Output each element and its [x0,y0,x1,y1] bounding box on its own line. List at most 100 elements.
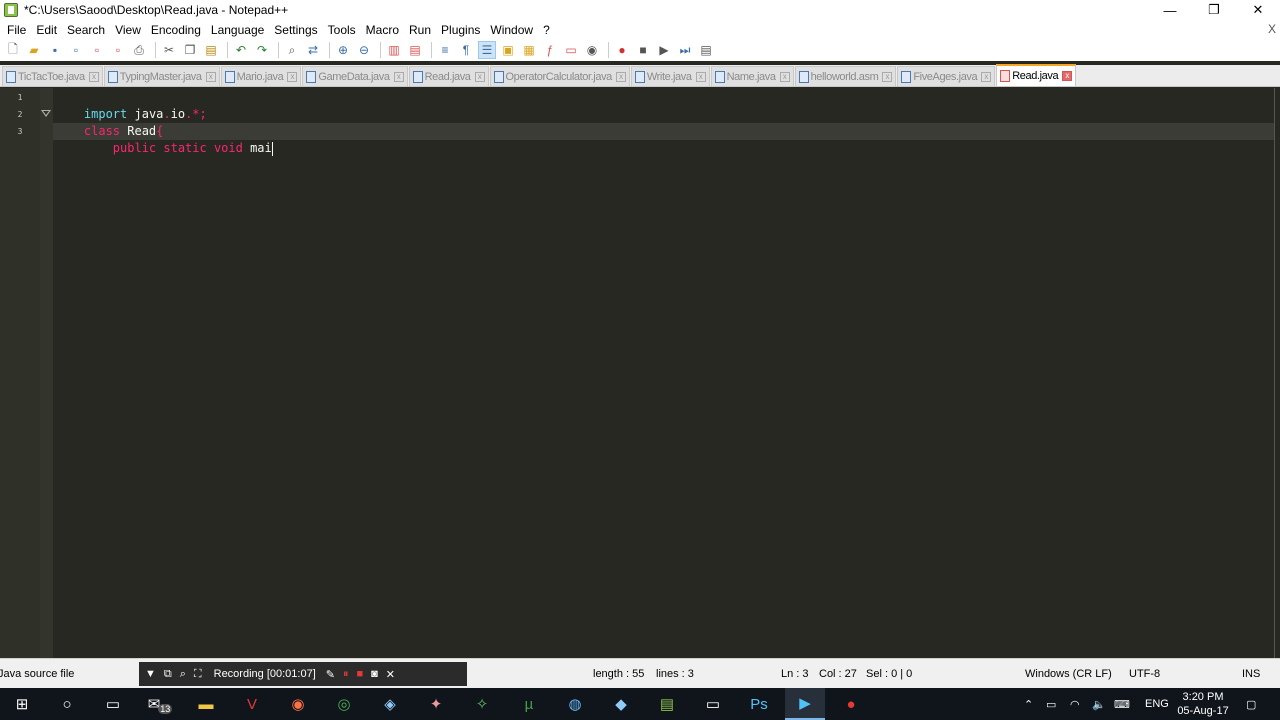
volume-icon[interactable]: 🔈 [1092,688,1106,720]
tab-write-java[interactable]: Write.java x [630,66,710,86]
game-app-icon[interactable]: ✦ [416,688,456,720]
close-window-button[interactable]: ✕ [1236,0,1280,20]
command-prompt-icon[interactable]: ▭ [693,688,733,720]
tab-close-icon[interactable]: x [779,71,790,82]
doc-map-icon[interactable]: ▦ [520,41,538,59]
pause-icon[interactable]: ⏸ [343,668,349,681]
wifi-icon[interactable]: ◠ [1070,688,1080,720]
open-file-icon[interactable]: ▰ [25,41,43,59]
menu-encoding[interactable]: Encoding [146,23,206,37]
menu-settings[interactable]: Settings [269,23,322,37]
tab-read-java-active[interactable]: Read.java x [996,64,1077,86]
code-editor[interactable]: 1 2 3 import java.io.*; class Read{ publ… [0,88,1280,658]
notepadpp-taskbar-icon[interactable]: ▤ [647,688,687,720]
code-line-3[interactable]: public static void mai [55,123,273,156]
save-all-icon[interactable]: ▫ [67,41,85,59]
tab-fiveages-java[interactable]: FiveAges.java x [897,66,996,86]
function-list-icon[interactable]: ƒ [541,41,559,59]
action-center-icon[interactable]: ▢ [1246,688,1256,720]
menu-window[interactable]: Window [485,23,538,37]
tab-close-icon[interactable]: x [474,71,485,82]
sync-horizontal-icon[interactable]: ▤ [406,41,424,59]
screen-recorder-icon[interactable]: ● [831,688,871,720]
restore-button[interactable]: ❐ [1192,0,1236,20]
language-indicator[interactable]: ENG [1145,688,1169,720]
minimize-button[interactable]: — [1148,0,1192,20]
menu-tools[interactable]: Tools [323,23,361,37]
file-explorer-icon[interactable]: ▬ [186,688,226,720]
close-all-icon[interactable]: ▫ [109,41,127,59]
show-all-chars-icon[interactable]: ¶ [457,41,475,59]
find-icon[interactable]: ⌕ [283,41,301,59]
save-icon[interactable]: ▪ [46,41,64,59]
play-macro-icon[interactable]: ▶ [655,41,673,59]
print-icon[interactable]: ⎙ [130,41,148,59]
cut-icon[interactable]: ✂ [160,41,178,59]
menu-run[interactable]: Run [404,23,436,37]
menu-language[interactable]: Language [206,23,269,37]
user-language-icon[interactable]: ▣ [499,41,517,59]
word-wrap-icon[interactable]: ≡ [436,41,454,59]
chrome-icon[interactable]: ◎ [324,688,364,720]
tab-read-java[interactable]: Read.java x [408,66,489,86]
notepadpp-app-icon[interactable] [4,3,18,17]
menu-search[interactable]: Search [62,23,110,37]
windows-start-icon[interactable]: ⊞ [2,688,42,720]
network-app-icon[interactable]: ✧ [462,688,502,720]
tab-tictactoe-java[interactable]: TicTacToe.java x [2,66,103,86]
tab-name-java[interactable]: Name.java x [710,66,794,86]
folder-workspace-icon[interactable]: ▭ [562,41,580,59]
redo-icon[interactable]: ↷ [253,41,271,59]
run-macro-multiple-icon[interactable]: ⏭ [676,41,694,59]
keyboard-icon[interactable]: ⌨ [1114,688,1130,720]
status-encoding[interactable]: UTF-8 [1129,668,1160,680]
firefox-icon[interactable]: ◉ [278,688,318,720]
camera-icon[interactable]: ◙ [371,668,378,680]
tab-mario-java[interactable]: Mario.java x [220,66,302,86]
stop-macro-icon[interactable]: ■ [634,41,652,59]
zoom-in-icon[interactable]: ⊕ [334,41,352,59]
indent-guide-icon[interactable]: ☰ [478,41,496,59]
code-line-2[interactable]: class Read{ [55,106,163,138]
menu-edit[interactable]: Edit [31,23,62,37]
new-file-icon[interactable]: 🗋 [4,41,22,59]
stop-recording-icon[interactable]: ■ [356,668,363,680]
tab-gamedata-java[interactable]: GameData.java x [302,66,408,86]
system-clock[interactable]: 3:20 PM 05-Aug-17 [1172,690,1234,718]
tab-close-icon[interactable]: x [882,71,893,82]
record-macro-icon[interactable]: ● [613,41,631,59]
tab-close-icon[interactable]: x [695,71,706,82]
virtualbox-icon[interactable]: ◆ [601,688,641,720]
tray-overflow-icon[interactable]: ⌃ [1024,688,1033,720]
status-eol[interactable]: Windows (CR LF) [1025,668,1112,680]
recorder-region-icon[interactable]: ⛶ [194,668,202,681]
close-document-button[interactable]: X [1268,22,1276,36]
pen-icon[interactable]: ✎ [326,668,335,681]
tab-close-icon[interactable]: x [1062,71,1073,81]
utorrent-icon[interactable]: µ [509,688,549,720]
vivaldi-icon[interactable]: V [232,688,272,720]
menu-plugins[interactable]: Plugins [436,23,485,37]
sync-vertical-icon[interactable]: ▥ [385,41,403,59]
paste-icon[interactable]: ▤ [202,41,220,59]
save-macro-icon[interactable]: ▤ [697,41,715,59]
tab-operatorcalculator-java[interactable]: OperatorCalculator.java x [489,66,630,86]
tab-close-icon[interactable]: x [393,71,404,82]
tab-close-icon[interactable]: x [88,71,99,82]
tab-helloworld-asm[interactable]: helloworld.asm x [794,66,897,86]
menu-help[interactable]: ? [538,23,555,37]
photoshop-icon[interactable]: Ps [739,688,779,720]
copy-icon[interactable]: ❐ [181,41,199,59]
undo-icon[interactable]: ↶ [232,41,250,59]
close-file-icon[interactable]: ▫ [88,41,106,59]
vertical-scrollbar[interactable] [1274,88,1280,658]
task-view-icon[interactable]: ▭ [93,688,133,720]
tab-close-icon[interactable]: x [205,71,216,82]
menu-file[interactable]: File [2,23,31,37]
media-app-icon[interactable]: ▶ [785,688,825,720]
tab-close-icon[interactable]: x [287,71,298,82]
recorder-zoom-icon[interactable]: ⌕ [180,668,186,681]
code-line-1[interactable]: import java.io.*; [55,89,207,121]
replace-icon[interactable]: ⇄ [304,41,322,59]
cortana-search-icon[interactable]: ○ [47,688,87,720]
